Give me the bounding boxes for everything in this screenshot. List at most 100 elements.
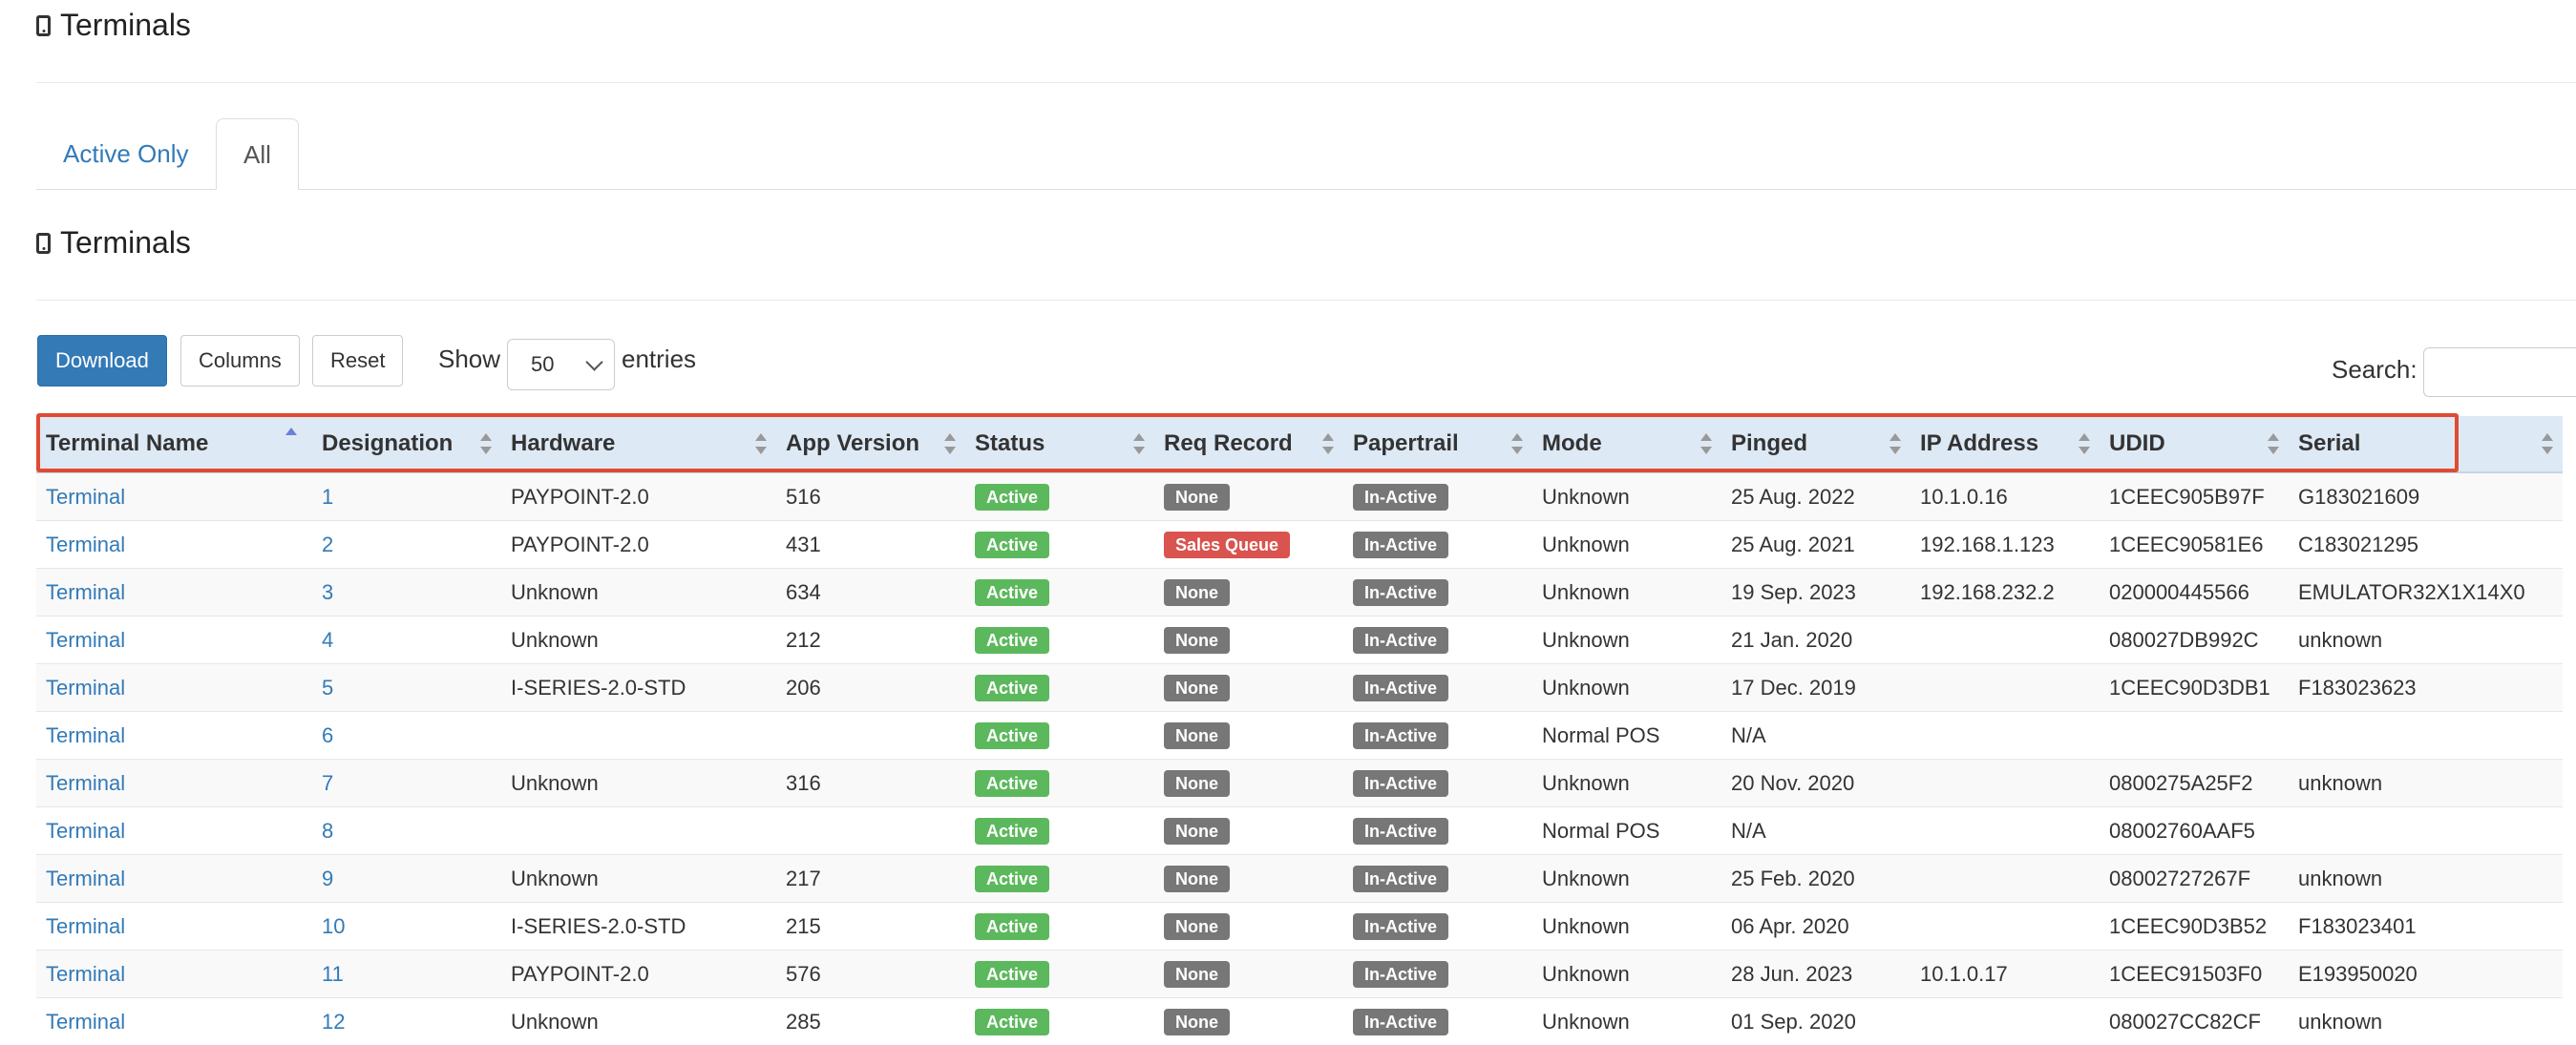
table-cell: Terminal xyxy=(36,472,312,521)
table-cell: In-Active xyxy=(1343,951,1532,998)
table-row: Terminal4Unknown212ActiveNoneIn-ActiveUn… xyxy=(36,617,2563,664)
mode-cell: Unknown xyxy=(1542,485,1630,509)
table-cell xyxy=(776,807,965,855)
udid-cell: 080027CC82CF xyxy=(2109,1010,2261,1034)
column-header-serial[interactable]: Serial xyxy=(2289,416,2563,472)
download-button[interactable]: Download xyxy=(37,335,167,387)
designation-link[interactable]: 8 xyxy=(322,819,333,843)
ip-address-cell: 10.1.0.16 xyxy=(1920,485,2008,509)
terminal-name-link[interactable]: Terminal xyxy=(46,485,125,509)
table-cell: 080027CC82CF xyxy=(2100,998,2289,1045)
status-badge: Active xyxy=(975,1009,1049,1035)
terminal-name-link[interactable]: Terminal xyxy=(46,771,125,795)
app-version-cell: 634 xyxy=(786,580,821,604)
column-header-status[interactable]: Status xyxy=(965,416,1154,472)
reset-button[interactable]: Reset xyxy=(312,335,403,387)
designation-link[interactable]: 12 xyxy=(322,1010,345,1034)
table-cell xyxy=(2289,712,2563,760)
hardware-cell: Unknown xyxy=(511,867,599,890)
table-cell: Unknown xyxy=(501,617,776,664)
table-cell xyxy=(1911,998,2100,1045)
terminal-name-link[interactable]: Terminal xyxy=(46,723,125,747)
table-cell xyxy=(1911,760,2100,807)
column-header-req-record[interactable]: Req Record xyxy=(1154,416,1343,472)
terminal-name-link[interactable]: Terminal xyxy=(46,676,125,700)
tab-active-only[interactable]: Active Only xyxy=(36,118,216,189)
pinged-cell: 17 Dec. 2019 xyxy=(1731,676,1856,700)
req-record-badge: None xyxy=(1164,627,1230,654)
terminal-name-link[interactable]: Terminal xyxy=(46,962,125,986)
designation-link[interactable]: 1 xyxy=(322,485,333,509)
terminal-name-link[interactable]: Terminal xyxy=(46,1010,125,1034)
sort-icon xyxy=(755,433,767,454)
table-cell: PAYPOINT-2.0 xyxy=(501,521,776,569)
terminal-name-link[interactable]: Terminal xyxy=(46,628,125,652)
designation-link[interactable]: 2 xyxy=(322,533,333,556)
designation-link[interactable]: 5 xyxy=(322,676,333,700)
terminal-name-link[interactable]: Terminal xyxy=(46,533,125,556)
table-cell: 192.168.1.123 xyxy=(1911,521,2100,569)
column-header-app-version[interactable]: App Version xyxy=(776,416,965,472)
req-record-badge: None xyxy=(1164,484,1230,511)
table-cell: 20 Nov. 2020 xyxy=(1721,760,1911,807)
papertrail-badge: In-Active xyxy=(1353,484,1448,511)
designation-link[interactable]: 7 xyxy=(322,771,333,795)
table-cell: 1CEEC90D3DB1 xyxy=(2100,664,2289,712)
table-cell: Terminal xyxy=(36,807,312,855)
table-cell: None xyxy=(1154,807,1343,855)
search-input[interactable] xyxy=(2423,347,2576,397)
pinged-cell: 25 Aug. 2022 xyxy=(1731,485,1855,509)
table-cell: unknown xyxy=(2289,617,2563,664)
column-header-ip-address[interactable]: IP Address xyxy=(1911,416,2100,472)
table-cell: N/A xyxy=(1721,712,1911,760)
tab-all[interactable]: All xyxy=(216,118,299,190)
table-row: Terminal10I-SERIES-2.0-STD215ActiveNoneI… xyxy=(36,903,2563,951)
designation-link[interactable]: 10 xyxy=(322,914,345,938)
column-header-terminal-name[interactable]: Terminal Name xyxy=(36,416,312,472)
column-header-udid[interactable]: UDID xyxy=(2100,416,2289,472)
table-cell: N/A xyxy=(1721,807,1911,855)
table-cell: Active xyxy=(965,521,1154,569)
terminal-name-link[interactable]: Terminal xyxy=(46,580,125,604)
terminal-name-link[interactable]: Terminal xyxy=(46,819,125,843)
status-badge: Active xyxy=(975,866,1049,892)
table-cell: I-SERIES-2.0-STD xyxy=(501,664,776,712)
column-header-hardware[interactable]: Hardware xyxy=(501,416,776,472)
designation-link[interactable]: 9 xyxy=(322,867,333,890)
column-header-pinged[interactable]: Pinged xyxy=(1721,416,1911,472)
table-cell: 1CEEC905B97F xyxy=(2100,472,2289,521)
table-cell xyxy=(2100,712,2289,760)
app-version-cell: 206 xyxy=(786,676,821,700)
hardware-cell: Unknown xyxy=(511,628,599,652)
designation-link[interactable]: 11 xyxy=(322,962,344,986)
section-divider xyxy=(36,300,2576,301)
serial-cell: EMULATOR32X1X14X0 xyxy=(2298,580,2525,604)
sort-icon xyxy=(1700,433,1712,454)
table-row: Terminal9Unknown217ActiveNoneIn-ActiveUn… xyxy=(36,855,2563,903)
status-badge: Active xyxy=(975,722,1049,749)
pinged-cell: 19 Sep. 2023 xyxy=(1731,580,1856,604)
designation-link[interactable]: 6 xyxy=(322,723,333,747)
table-cell: E193950020 xyxy=(2289,951,2563,998)
designation-link[interactable]: 3 xyxy=(322,580,333,604)
terminal-name-link[interactable]: Terminal xyxy=(46,914,125,938)
table-cell: Unknown xyxy=(1532,569,1721,617)
table-cell: Terminal xyxy=(36,951,312,998)
papertrail-badge: In-Active xyxy=(1353,866,1448,892)
designation-link[interactable]: 4 xyxy=(322,628,333,652)
page-size-select[interactable]: 50 xyxy=(507,339,615,390)
terminal-name-link[interactable]: Terminal xyxy=(46,867,125,890)
table-cell: 10 xyxy=(312,903,501,951)
columns-button[interactable]: Columns xyxy=(180,335,300,387)
papertrail-badge: In-Active xyxy=(1353,627,1448,654)
req-record-badge: None xyxy=(1164,1009,1230,1035)
table-cell: In-Active xyxy=(1343,617,1532,664)
table-cell: G183021609 xyxy=(2289,472,2563,521)
column-header-designation[interactable]: Designation xyxy=(312,416,501,472)
column-header-mode[interactable]: Mode xyxy=(1532,416,1721,472)
udid-cell: 1CEEC90D3B52 xyxy=(2109,914,2267,938)
table-cell: None xyxy=(1154,472,1343,521)
column-header-papertrail[interactable]: Papertrail xyxy=(1343,416,1532,472)
table-cell: Terminal xyxy=(36,998,312,1045)
status-badge: Active xyxy=(975,675,1049,701)
